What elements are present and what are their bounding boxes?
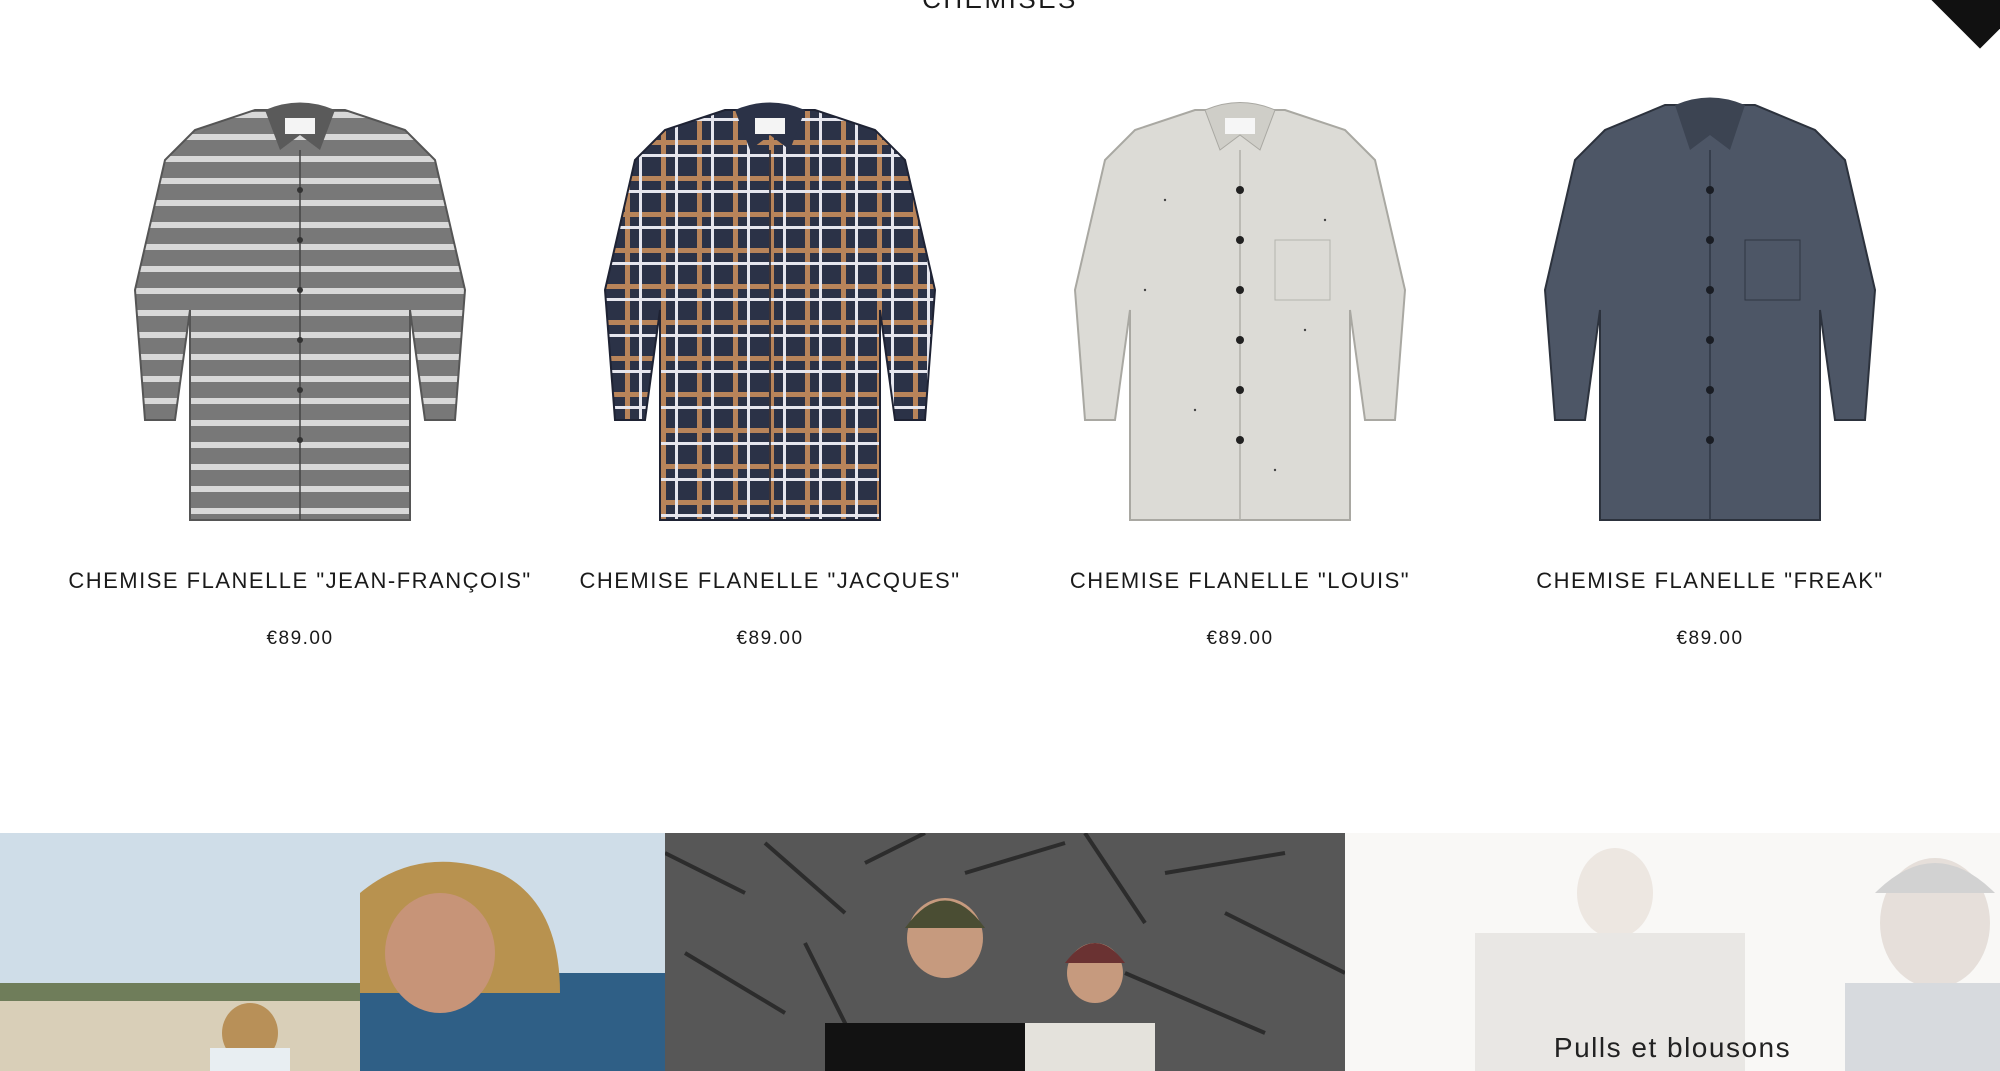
beach-hoodie-photo — [0, 833, 665, 1071]
product-title[interactable]: CHEMISE FLANELLE "JEAN-FRANÇOIS" — [65, 568, 535, 594]
speckled-white-shirt-image[interactable] — [1045, 90, 1435, 540]
product-card-freak[interactable]: CHEMISE FLANELLE "FREAK" €89.00 — [1475, 90, 1945, 670]
product-title[interactable]: CHEMISE FLANELLE "FREAK" — [1475, 568, 1945, 594]
wood-wall-beanie-photo — [665, 833, 1345, 1071]
navy-plaid-shirt-image[interactable] — [575, 90, 965, 540]
grey-striped-shirt-image[interactable] — [105, 90, 495, 540]
product-card-louis[interactable]: CHEMISE FLANELLE "LOUIS" €89.00 — [1005, 90, 1475, 670]
product-price: €89.00 — [736, 628, 804, 649]
product-price: €89.00 — [1206, 628, 1274, 649]
product-title[interactable]: CHEMISE FLANELLE "JACQUES" — [535, 568, 1005, 594]
collection-tiles: Pulls et blousons — [0, 833, 2000, 1071]
product-grid: CHEMISE FLANELLE "JEAN-FRANÇOIS" €89.00 — [0, 90, 2000, 670]
collection-tile-accessories[interactable] — [665, 833, 1345, 1071]
product-card-jean-francois[interactable]: CHEMISE FLANELLE "JEAN-FRANÇOIS" €89.00 — [65, 90, 535, 670]
product-price: €89.00 — [266, 628, 334, 649]
collection-tile-hoodies[interactable] — [0, 833, 665, 1071]
product-card-jacques[interactable]: CHEMISE FLANELLE "JACQUES" €89.00 — [535, 90, 1005, 670]
product-title[interactable]: CHEMISE FLANELLE "LOUIS" — [1005, 568, 1475, 594]
collection-label[interactable]: Pulls et blousons — [1345, 1032, 2000, 1064]
section-title: CHEMISES — [0, 0, 2000, 15]
product-price: €89.00 — [1676, 628, 1744, 649]
collection-tile-pulls-et-blousons[interactable]: Pulls et blousons — [1345, 833, 2000, 1071]
product-page: CHEMISES — [0, 0, 2000, 1071]
blue-grey-shirt-image[interactable] — [1515, 90, 1905, 540]
